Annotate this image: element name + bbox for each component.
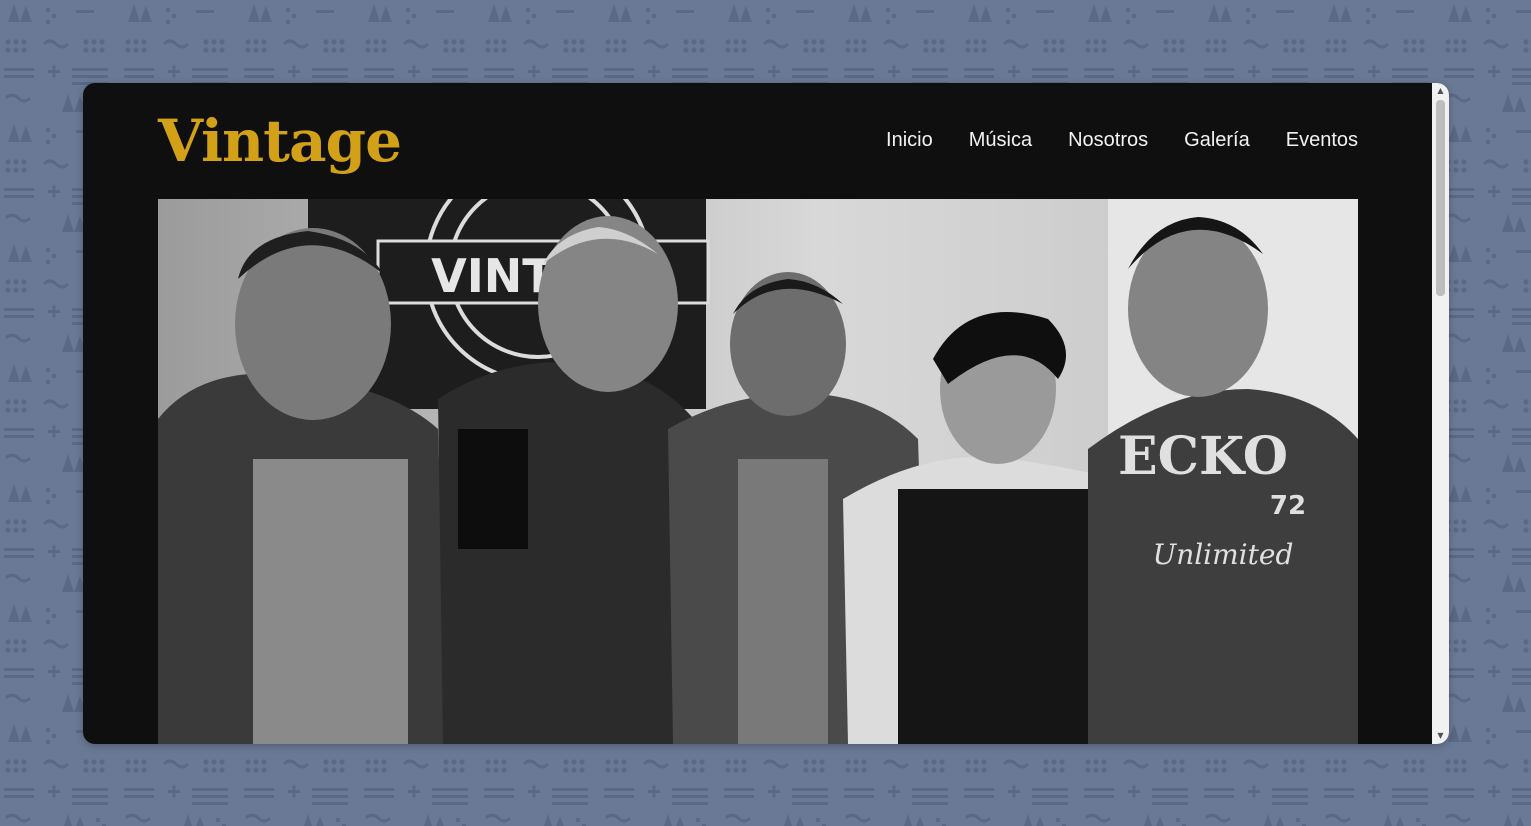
site-logo[interactable]: Vintage xyxy=(158,103,402,179)
scroll-up-arrow-icon[interactable]: ▲ xyxy=(1432,84,1449,98)
hero-band-photo: VINTAGE xyxy=(158,199,1358,744)
scroll-down-arrow-icon[interactable]: ▼ xyxy=(1432,729,1449,743)
nav-galeria[interactable]: Galería xyxy=(1184,127,1250,153)
shirt-text: ECKO xyxy=(1118,426,1288,487)
scrollbar-thumb[interactable] xyxy=(1436,100,1445,296)
nav-inicio[interactable]: Inicio xyxy=(886,127,933,153)
shirt-script: Unlimited xyxy=(1153,538,1294,571)
shirt-number: 72 xyxy=(1270,491,1306,521)
page-scrollbar[interactable]: ▲ ▼ xyxy=(1432,83,1449,744)
nav-musica[interactable]: Música xyxy=(969,127,1032,153)
main-nav: Inicio Música Nosotros Galería Eventos xyxy=(886,127,1358,153)
nav-eventos[interactable]: Eventos xyxy=(1286,127,1358,153)
nav-nosotros[interactable]: Nosotros xyxy=(1068,127,1148,153)
browser-window: Vintage Inicio Música Nosotros Galería E… xyxy=(83,83,1449,744)
